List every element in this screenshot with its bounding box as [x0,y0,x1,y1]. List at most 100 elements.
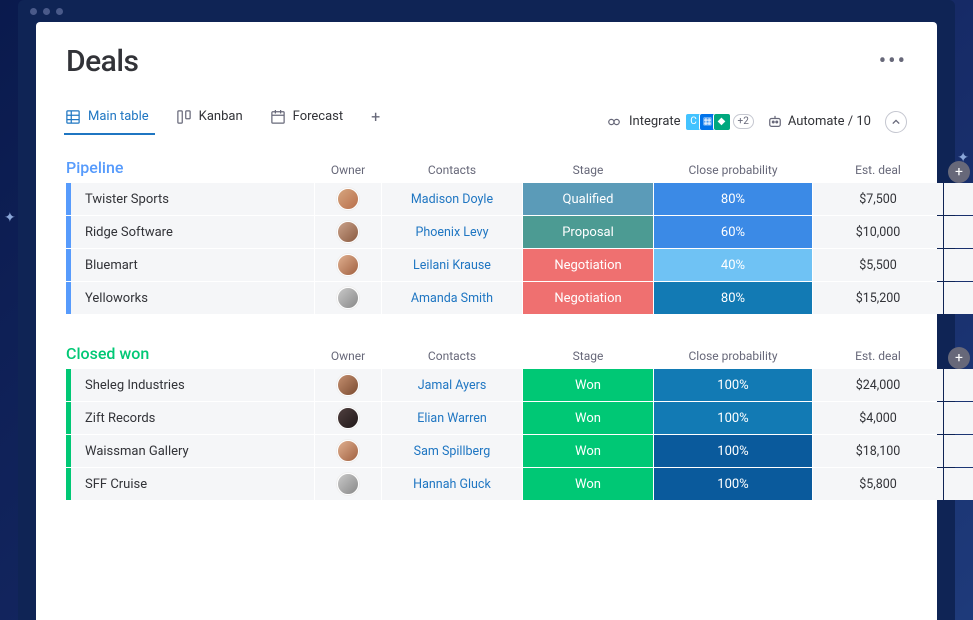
contact-link[interactable]: Amanda Smith [411,291,493,306]
column-header-contacts[interactable]: Contacts [382,163,522,183]
cell-deal-name[interactable]: Twister Sports [66,183,314,215]
cell-contact[interactable]: Sam Spillberg [382,435,522,467]
integrations-stack[interactable]: C ▦ ◆ +2 [689,113,754,131]
contact-link[interactable]: Jamal Ayers [418,378,487,393]
app-window: Deals ••• Main table Kanban Forecast + I… [18,0,955,620]
cell-owner[interactable] [315,282,381,314]
table-row[interactable]: SFF Cruise Hannah Gluck Won 100% $5,800 [66,468,907,500]
column-header-stage[interactable]: Stage [523,163,653,183]
group-title[interactable]: Closed won [66,344,314,369]
cell-deal-name[interactable]: Zift Records [66,402,314,434]
cell-stage[interactable]: Negotiation [523,249,653,281]
cell-deal-name[interactable]: Waissman Gallery [66,435,314,467]
column-header-close-probability[interactable]: Close probability [654,349,812,369]
cell-close-probability[interactable]: 80% [654,183,812,215]
contact-link[interactable]: Madison Doyle [411,192,493,207]
cell-owner[interactable] [315,402,381,434]
cell-stage[interactable]: Won [523,435,653,467]
automate-button[interactable]: Automate / 10 [768,114,871,129]
collapse-toolbar-button[interactable] [885,111,907,133]
cell-contact[interactable]: Madison Doyle [382,183,522,215]
cell-stage[interactable]: Won [523,468,653,500]
view-tab-main-table[interactable]: Main table [66,109,149,134]
table-row[interactable]: Yelloworks Amanda Smith Negotiation 80% … [66,282,907,314]
cell-est-deal[interactable]: $10,000 [813,216,943,248]
cell-est-deal[interactable]: $5,500 [813,249,943,281]
view-tab-kanban[interactable]: Kanban [177,109,243,134]
cell-trailing [944,282,973,314]
cell-contact[interactable]: Jamal Ayers [382,369,522,401]
view-tab-label: Forecast [293,109,343,124]
cell-deal-name[interactable]: SFF Cruise [66,468,314,500]
cell-owner[interactable] [315,435,381,467]
cell-owner[interactable] [315,216,381,248]
cell-owner[interactable] [315,468,381,500]
view-tab-forecast[interactable]: Forecast [271,109,343,134]
column-header-stage[interactable]: Stage [523,349,653,369]
cell-close-probability[interactable]: 40% [654,249,812,281]
group-closed-won: Closed won Owner Contacts Stage Close pr… [66,344,907,500]
cell-est-deal[interactable]: $5,800 [813,468,943,500]
cell-stage[interactable]: Negotiation [523,282,653,314]
column-header-owner[interactable]: Owner [315,349,381,369]
cell-deal-name[interactable]: Bluemart [66,249,314,281]
add-view-button[interactable]: + [371,107,380,136]
cell-est-deal[interactable]: $4,000 [813,402,943,434]
cell-est-deal[interactable]: $7,500 [813,183,943,215]
contact-link[interactable]: Hannah Gluck [413,477,491,492]
cell-close-probability[interactable]: 100% [654,468,812,500]
cell-owner[interactable] [315,369,381,401]
avatar [337,407,359,429]
cell-est-deal[interactable]: $18,100 [813,435,943,467]
cell-owner[interactable] [315,249,381,281]
integrate-label[interactable]: Integrate [629,114,681,129]
integration-chip: ◆ [713,113,731,131]
cell-est-deal[interactable]: $24,000 [813,369,943,401]
cell-stage[interactable]: Won [523,402,653,434]
avatar [337,188,359,210]
table-row[interactable]: Bluemart Leilani Krause Negotiation 40% … [66,249,907,281]
table-row[interactable]: Sheleg Industries Jamal Ayers Won 100% $… [66,369,907,401]
cell-deal-name[interactable]: Sheleg Industries [66,369,314,401]
add-column-button[interactable]: + [948,161,970,183]
board-menu-button[interactable]: ••• [879,49,907,74]
table-row[interactable]: Ridge Software Phoenix Levy Proposal 60%… [66,216,907,248]
cell-contact[interactable]: Hannah Gluck [382,468,522,500]
cell-close-probability[interactable]: 100% [654,402,812,434]
table-row[interactable]: Zift Records Elian Warren Won 100% $4,00… [66,402,907,434]
add-column-button[interactable]: + [948,347,970,369]
cell-trailing [944,402,973,434]
cell-deal-name[interactable]: Ridge Software [66,216,314,248]
cell-contact[interactable]: Amanda Smith [382,282,522,314]
cell-close-probability[interactable]: 80% [654,282,812,314]
table-row[interactable]: Twister Sports Madison Doyle Qualified 8… [66,183,907,215]
cell-contact[interactable]: Leilani Krause [382,249,522,281]
table-row[interactable]: Waissman Gallery Sam Spillberg Won 100% … [66,435,907,467]
cell-close-probability[interactable]: 100% [654,369,812,401]
cell-stage[interactable]: Proposal [523,216,653,248]
cell-owner[interactable] [315,183,381,215]
contact-link[interactable]: Sam Spillberg [414,444,491,459]
column-header-close-probability[interactable]: Close probability [654,163,812,183]
window-dot [30,8,37,15]
column-header-est-deal[interactable]: Est. deal [813,163,943,183]
cell-deal-name[interactable]: Yelloworks [66,282,314,314]
column-header-owner[interactable]: Owner [315,163,381,183]
group-pipeline: Pipeline Owner Contacts Stage Close prob… [66,158,907,314]
cell-contact[interactable]: Phoenix Levy [382,216,522,248]
contact-link[interactable]: Leilani Krause [413,258,491,273]
robot-icon [768,115,782,129]
group-title[interactable]: Pipeline [66,158,314,183]
column-header-contacts[interactable]: Contacts [382,349,522,369]
cell-close-probability[interactable]: 60% [654,216,812,248]
page-title: Deals [66,44,138,79]
column-header-est-deal[interactable]: Est. deal [813,349,943,369]
cell-stage[interactable]: Won [523,369,653,401]
cell-est-deal[interactable]: $15,200 [813,282,943,314]
cell-contact[interactable]: Elian Warren [382,402,522,434]
cell-close-probability[interactable]: 100% [654,435,812,467]
cell-trailing [944,369,973,401]
contact-link[interactable]: Phoenix Levy [415,225,488,240]
cell-stage[interactable]: Qualified [523,183,653,215]
contact-link[interactable]: Elian Warren [417,411,487,426]
